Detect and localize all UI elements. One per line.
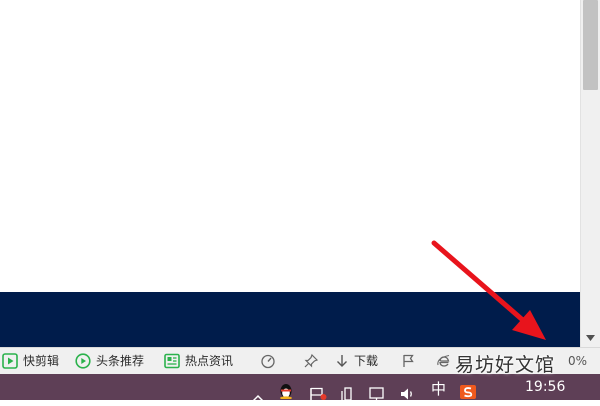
sogou-icon[interactable] — [459, 384, 477, 400]
statusbar-item-flag[interactable] — [401, 352, 415, 370]
speed-icon — [261, 354, 275, 369]
flag-icon — [403, 354, 414, 367]
pin-icon — [304, 353, 319, 368]
statusbar-item-ie[interactable] — [436, 352, 452, 370]
statusbar-item-redian[interactable]: 热点资讯 — [164, 352, 233, 370]
statusbar-item-label: 快剪辑 — [23, 354, 60, 368]
page-content-area — [0, 0, 580, 292]
statusbar-item-download[interactable]: 下载 — [335, 352, 378, 370]
scrollbar-thumb[interactable] — [583, 0, 598, 90]
page-dark-band — [0, 292, 580, 347]
statusbar-item-toutiao[interactable]: 头条推荐 — [75, 352, 144, 370]
statusbar-item-label: 头条推荐 — [96, 354, 145, 368]
input-method-indicator[interactable]: 中 — [431, 380, 446, 398]
watermark-text: 易坊好文馆 — [455, 354, 556, 376]
scroll-down-button[interactable] — [581, 329, 600, 347]
zoom-level[interactable]: 0% — [568, 352, 587, 370]
scroll-down-arrow-icon — [586, 335, 595, 341]
circle-play-icon — [75, 353, 91, 369]
statusbar-item-kuaijianji[interactable]: 快剪辑 — [2, 352, 59, 370]
statusbar-item-label: 下载 — [354, 354, 379, 368]
qq-icon[interactable] — [278, 382, 294, 399]
statusbar-item-label: 热点资讯 — [185, 354, 234, 368]
statusbar-item-speed[interactable] — [260, 352, 276, 370]
vertical-scrollbar[interactable] — [580, 0, 600, 347]
play-icon — [2, 353, 18, 369]
ie-icon — [437, 354, 450, 367]
chevron-up-icon[interactable] — [252, 390, 264, 406]
taskbar-clock[interactable]: 19:56 — [525, 378, 565, 396]
download-icon — [337, 355, 347, 367]
statusbar-item-pin[interactable] — [303, 352, 319, 370]
news-icon — [164, 353, 180, 369]
